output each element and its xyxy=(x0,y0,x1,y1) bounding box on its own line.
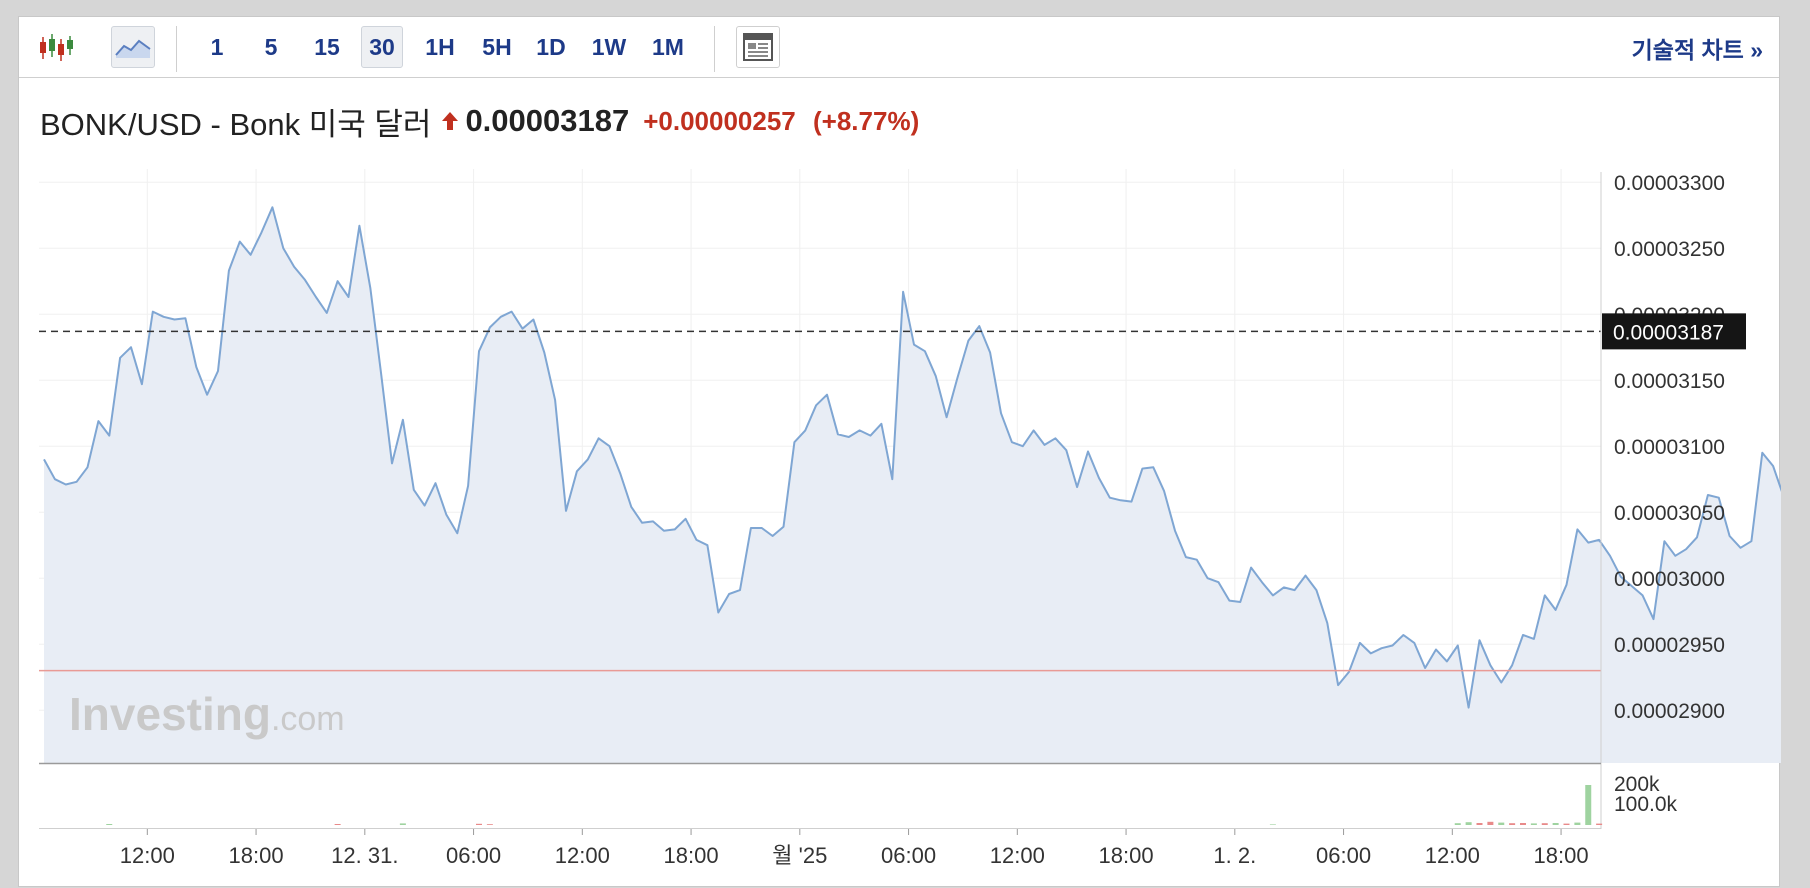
volume-bar xyxy=(1509,823,1516,825)
y-tick-label: 0.00002950 xyxy=(1614,634,1725,657)
volume-bar xyxy=(1498,822,1505,825)
x-tick-label: 1. 2. xyxy=(1213,843,1256,868)
current-price-label: 0.00003187 xyxy=(1613,321,1724,344)
x-tick-label: 12:00 xyxy=(120,843,175,868)
volume-bar xyxy=(1454,823,1461,825)
x-tick-label: 06:00 xyxy=(1316,843,1371,868)
volume-bar xyxy=(1574,822,1581,825)
volume-bar xyxy=(1487,821,1494,825)
y-tick-label: 0.00003100 xyxy=(1614,436,1725,459)
volume-bar xyxy=(1530,823,1537,825)
volume-bar xyxy=(1552,823,1559,825)
x-tick-label: 월 '25 xyxy=(772,843,827,868)
volume-bars xyxy=(106,785,1603,825)
y-tick-label: 0.00003050 xyxy=(1614,502,1725,525)
y-tick-label: 0.00003250 xyxy=(1614,238,1725,261)
x-tick-label: 18:00 xyxy=(1099,843,1154,868)
y-tick-label: 0.00003300 xyxy=(1614,172,1725,195)
volume-bar xyxy=(1269,824,1276,825)
x-tick-label: 12. 31. xyxy=(331,843,398,868)
volume-bar xyxy=(1520,823,1526,825)
volume-bar xyxy=(106,824,113,825)
volume-bar xyxy=(486,824,493,825)
y-tick-label: 0.00003000 xyxy=(1614,568,1725,591)
x-tick-label: 12:00 xyxy=(1425,843,1480,868)
x-tick-label: 18:00 xyxy=(229,843,284,868)
price-chart[interactable]: Investing.com 0.00003300 0.00003250 0.00003… xyxy=(19,17,1781,888)
x-tick-label: 18:00 xyxy=(1534,843,1589,868)
volume-bar xyxy=(1563,823,1570,825)
volume-bar xyxy=(1465,822,1472,825)
chart-widget: 1 5 15 30 1H 5H 1D 1W 1M 기술적 차트 » BONK/U… xyxy=(18,16,1781,888)
volume-bar xyxy=(476,823,482,825)
volume-bar xyxy=(1541,823,1548,825)
volume-axis-label: 100.0k xyxy=(1614,793,1678,816)
x-tick-label: 12:00 xyxy=(990,843,1045,868)
volume-bar xyxy=(1476,823,1483,825)
price-area xyxy=(44,207,1781,763)
x-tick-label: 12:00 xyxy=(555,843,610,868)
volume-bar xyxy=(1585,785,1592,825)
watermark-main: Investing xyxy=(69,688,271,740)
volume-bar xyxy=(399,823,406,825)
y-tick-label: 0.00002900 xyxy=(1614,700,1725,723)
x-tick-label: 06:00 xyxy=(881,843,936,868)
volume-bar xyxy=(1596,823,1603,825)
x-tick-label: 06:00 xyxy=(446,843,501,868)
x-tick-label: 18:00 xyxy=(664,843,719,868)
watermark-suffix: .com xyxy=(271,700,345,738)
volume-bar xyxy=(334,824,341,825)
y-tick-label: 0.00003150 xyxy=(1614,370,1725,393)
